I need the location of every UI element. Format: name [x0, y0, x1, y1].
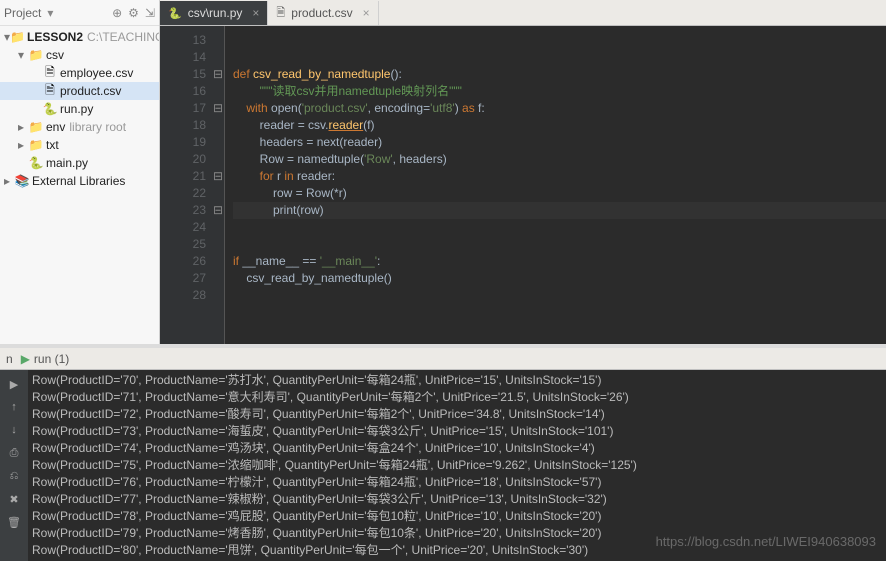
- run-icon: ▶: [21, 352, 30, 366]
- output-line: Row(ProductID='75', ProductName='浓缩咖啡', …: [32, 457, 882, 474]
- editor-area: 🐍 csv\run.py × 🗎 product.csv × 13141516171819…: [160, 0, 886, 344]
- editor-tab[interactable]: 🐍 csv\run.py ×: [160, 1, 268, 25]
- run-tool-button-2[interactable]: ↓: [4, 420, 24, 440]
- console-output[interactable]: Row(ProductID='70', ProductName='苏打水', Q…: [28, 370, 886, 561]
- tree-item-lesson2[interactable]: ▾📁LESSON2C:\TEACHING\PY\: [0, 28, 159, 46]
- gear-icon[interactable]: ⚙: [128, 6, 139, 20]
- sidebar-title: Project: [4, 6, 41, 20]
- editor-tabs: 🐍 csv\run.py × 🗎 product.csv ×: [160, 0, 886, 26]
- output-line: Row(ProductID='70', ProductName='苏打水', Q…: [32, 372, 882, 389]
- run-tool-button-0[interactable]: ▶: [4, 374, 24, 394]
- fold-gutter[interactable]: ⊟⊟⊟⊟: [212, 26, 224, 344]
- tree-item-env[interactable]: ▸📁envlibrary root: [0, 118, 159, 136]
- tree-item-txt[interactable]: ▸📁txt: [0, 136, 159, 154]
- output-line: Row(ProductID='78', ProductName='鸡屁股', Q…: [32, 508, 882, 525]
- file-icon: 🐍: [168, 7, 182, 20]
- close-icon[interactable]: ×: [252, 6, 259, 20]
- tree-item-employee-csv[interactable]: 🗎employee.csv: [0, 64, 159, 82]
- output-line: Row(ProductID='74', ProductName='鸡汤块', Q…: [32, 440, 882, 457]
- project-sidebar: Project ▾ ⊕ ⚙ ⇲ ▾📁LESSON2C:\TEACHING\PY\…: [0, 0, 160, 344]
- run-tool-window: n ▶ run (1) ▶ ↑ ↓ ⎙ ⎌ ✖ 🗑 Row(ProductID='70', …: [0, 348, 886, 561]
- run-tool-button-3[interactable]: ⎙: [4, 443, 24, 463]
- run-tabs: n ▶ run (1): [0, 348, 886, 370]
- run-tool-button-5[interactable]: ✖: [4, 489, 24, 509]
- tree-item-product-csv[interactable]: 🗎product.csv: [0, 82, 159, 100]
- target-icon[interactable]: ⊕: [112, 6, 122, 20]
- output-line: Row(ProductID='80', ProductName='甩饼', Qu…: [32, 542, 882, 559]
- tab-label: product.csv: [291, 6, 352, 20]
- run-tab[interactable]: ▶ run (1): [21, 352, 70, 366]
- output-line: Row(ProductID='79', ProductName='烤香肠', Q…: [32, 525, 882, 542]
- output-line: Row(ProductID='71', ProductName='意大利寿司',…: [32, 389, 882, 406]
- run-tool-button-4[interactable]: ⎌: [4, 466, 24, 486]
- tab-label: csv\run.py: [188, 6, 243, 20]
- run-tool-button-6[interactable]: 🗑: [4, 512, 24, 532]
- tree-item-csv[interactable]: ▾📁csv: [0, 46, 159, 64]
- code-content[interactable]: def csv_read_by_namedtuple(): """读取csv并用…: [224, 26, 886, 344]
- tree-item-external-libraries[interactable]: ▸📚External Libraries: [0, 172, 159, 190]
- output-line: Row(ProductID='76', ProductName='柠檬汁', Q…: [32, 474, 882, 491]
- output-line: Row(ProductID='72', ProductName='酸寿司', Q…: [32, 406, 882, 423]
- run-toolbar: ▶ ↑ ↓ ⎙ ⎌ ✖ 🗑: [0, 370, 28, 561]
- run-tool-button-1[interactable]: ↑: [4, 397, 24, 417]
- code-editor[interactable]: 13141516171819202122232425262728 ⊟⊟⊟⊟ de…: [160, 26, 886, 344]
- hide-icon[interactable]: ⇲: [145, 6, 155, 20]
- project-tree[interactable]: ▾📁LESSON2C:\TEACHING\PY\▾📁csv🗎employee.c…: [0, 26, 159, 344]
- sidebar-toolbar: Project ▾ ⊕ ⚙ ⇲: [0, 0, 159, 26]
- tree-item-main-py[interactable]: 🐍main.py: [0, 154, 159, 172]
- output-line: Row(ProductID='73', ProductName='海蜇皮', Q…: [32, 423, 882, 440]
- tree-item-run-py[interactable]: 🐍run.py: [0, 100, 159, 118]
- line-gutter: 13141516171819202122232425262728: [160, 26, 212, 344]
- close-icon[interactable]: ×: [363, 6, 370, 20]
- output-line: Row(ProductID='77', ProductName='辣椒粉', Q…: [32, 491, 882, 508]
- file-icon: 🗎: [276, 4, 285, 23]
- run-tab-label: run (1): [34, 352, 69, 366]
- collapse-icon[interactable]: ▾: [47, 6, 53, 20]
- editor-tab[interactable]: 🗎 product.csv ×: [268, 1, 378, 25]
